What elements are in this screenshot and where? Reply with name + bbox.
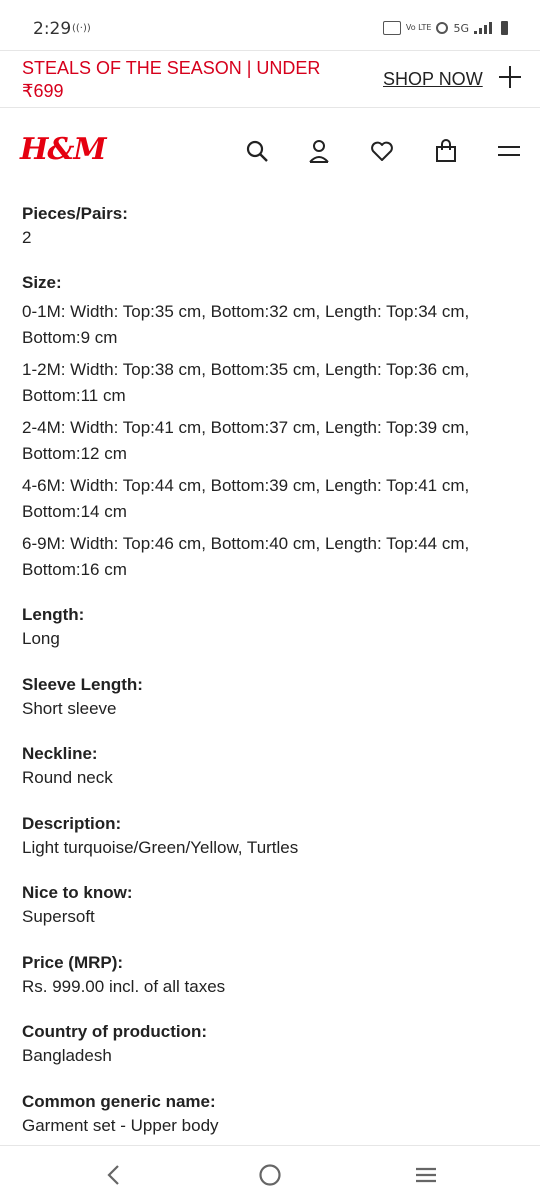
size-section: Size: 0-1M: Width: Top:35 cm, Bottom:32 … [22, 271, 522, 589]
generic-name-section: Common generic name: Garment set - Upper… [22, 1090, 522, 1138]
description-section: Description: Light turquoise/Green/Yello… [22, 812, 522, 860]
pieces-value: 2 [22, 228, 32, 247]
shop-now-link[interactable]: SHOP NOW [383, 69, 483, 90]
shopping-bag-icon[interactable] [433, 138, 459, 164]
promo-banner[interactable]: STEALS OF THE SEASON | UNDER ₹699 SHOP N… [0, 50, 540, 108]
size-line: 4-6M: Width: Top:44 cm, Bottom:39 cm, Le… [22, 476, 470, 521]
length-section: Length: Long [22, 603, 522, 651]
size-line: 2-4M: Width: Top:41 cm, Bottom:37 cm, Le… [22, 418, 470, 463]
recent-apps-icon[interactable] [411, 1160, 441, 1190]
size-line: 0-1M: Width: Top:35 cm, Bottom:32 cm, Le… [22, 302, 470, 347]
nice-to-know-label: Nice to know: [22, 883, 133, 902]
menu-icon[interactable] [496, 138, 522, 164]
nice-to-know-value: Supersoft [22, 907, 95, 926]
sleeve-label: Sleeve Length: [22, 675, 143, 694]
network-type: 5G [453, 21, 469, 35]
battery-icon [501, 21, 508, 35]
status-bar: 2:29 ((·)) Vo LTE 5G [0, 0, 540, 50]
country-label: Country of production: [22, 1022, 208, 1041]
home-icon[interactable] [255, 1160, 285, 1190]
generic-name-label: Common generic name: [22, 1092, 216, 1111]
neckline-section: Neckline: Round neck [22, 742, 522, 790]
site-header: H&M [0, 108, 540, 194]
search-icon[interactable] [244, 138, 270, 164]
neckline-value: Round neck [22, 768, 113, 787]
size-label: Size: [22, 273, 62, 292]
country-value: Bangladesh [22, 1046, 112, 1065]
signal-icon [474, 22, 492, 34]
hotspot-icon: ((·)) [72, 23, 91, 34]
sleeve-section: Sleeve Length: Short sleeve [22, 673, 522, 721]
length-label: Length: [22, 605, 85, 624]
status-time: 2:29 [33, 19, 72, 39]
description-label: Description: [22, 814, 122, 833]
country-section: Country of production: Bangladesh [22, 1020, 522, 1068]
expand-plus-icon[interactable] [499, 66, 521, 88]
nice-to-know-section: Nice to know: Supersoft [22, 881, 522, 929]
system-nav-bar [0, 1145, 540, 1200]
price-value: Rs. 999.00 incl. of all taxes [22, 977, 226, 996]
price-section: Price (MRP): Rs. 999.00 incl. of all tax… [22, 951, 522, 999]
account-icon[interactable] [306, 138, 332, 164]
sleeve-value: Short sleeve [22, 699, 117, 718]
promo-text: STEALS OF THE SEASON | UNDER ₹699 [22, 58, 321, 101]
wifi-calling-icon [436, 22, 449, 34]
description-value: Light turquoise/Green/Yellow, Turtles [22, 838, 299, 857]
back-icon[interactable] [99, 1160, 129, 1190]
hm-logo[interactable]: H&M [20, 132, 107, 167]
volte-icon: Vo LTE [405, 23, 432, 32]
status-indicators: Vo LTE 5G [382, 18, 508, 38]
price-label: Price (MRP): [22, 953, 124, 972]
neckline-label: Neckline: [22, 744, 98, 763]
favorites-icon[interactable] [369, 138, 395, 164]
size-line: 1-2M: Width: Top:38 cm, Bottom:35 cm, Le… [22, 360, 470, 405]
vibrate-icon [382, 21, 401, 35]
size-line: 6-9M: Width: Top:46 cm, Bottom:40 cm, Le… [22, 534, 470, 579]
pieces-section: Pieces/Pairs: 2 [22, 202, 522, 250]
length-value: Long [22, 629, 60, 648]
pieces-label: Pieces/Pairs: [22, 204, 128, 223]
generic-name-value: Garment set - Upper body [22, 1116, 219, 1135]
